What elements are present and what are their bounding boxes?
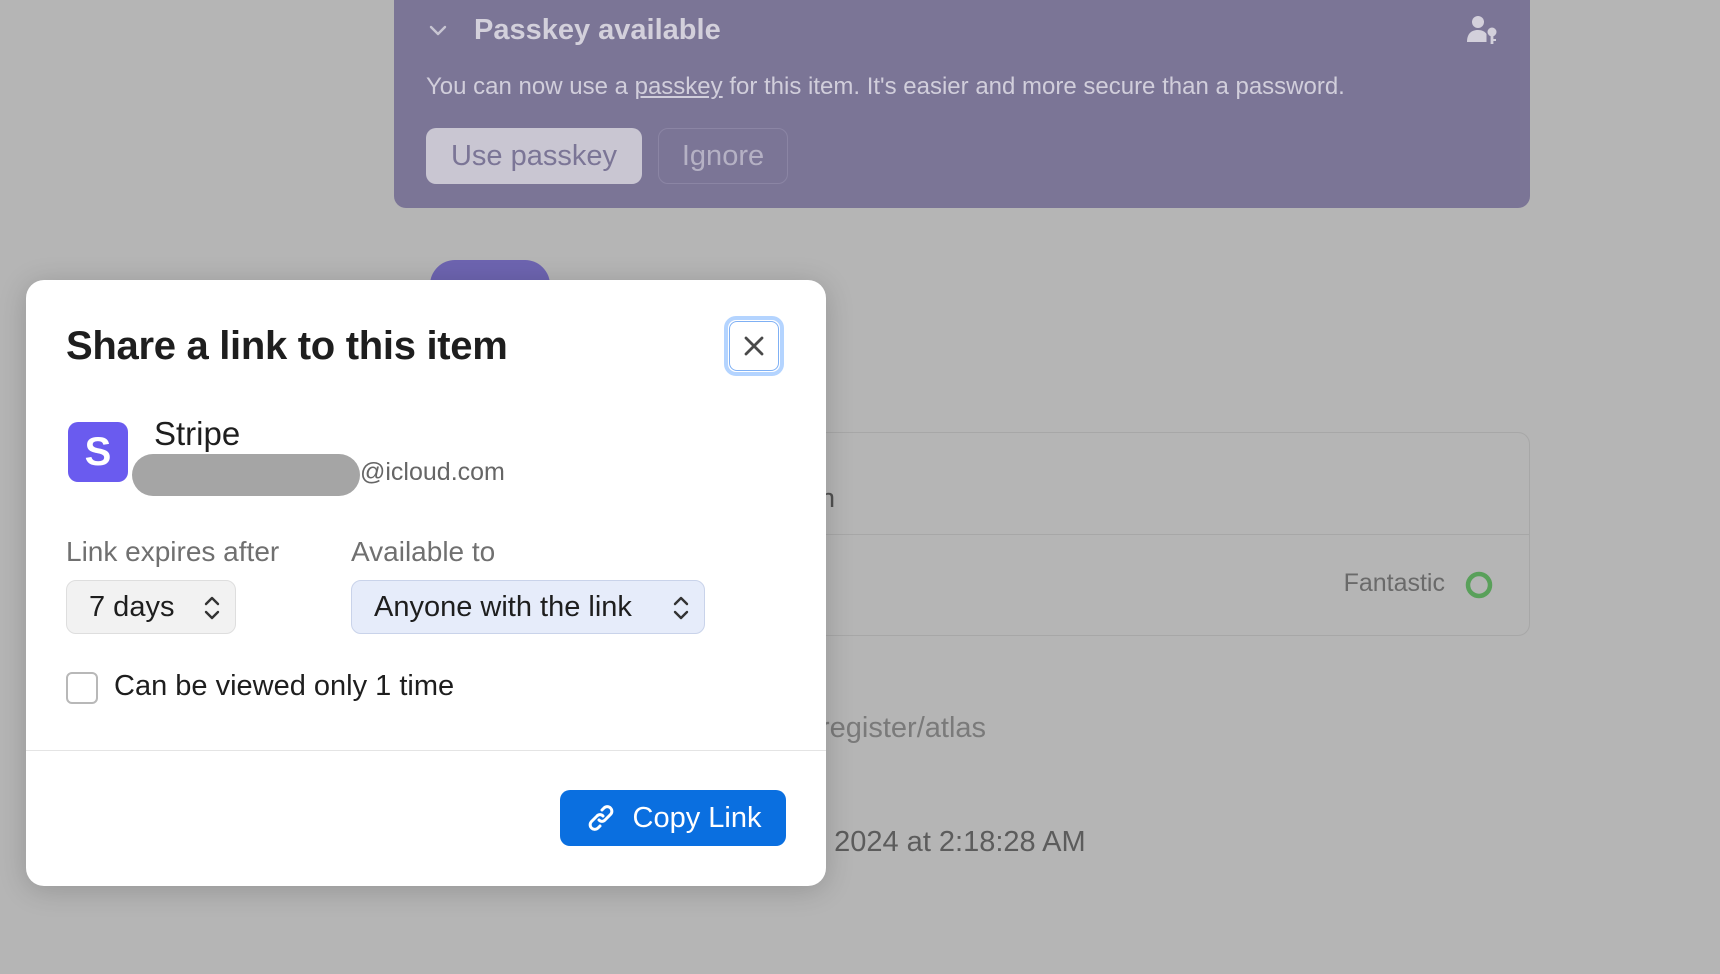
dialog-divider — [26, 750, 826, 751]
stripe-app-icon: S — [68, 422, 128, 482]
use-passkey-button[interactable]: Use passkey — [426, 128, 642, 184]
expires-value: 7 days — [89, 590, 175, 623]
view-once-checkbox[interactable] — [66, 672, 98, 704]
last-edited-fragment: , 2024 at 2:18:28 AM — [818, 826, 1086, 858]
login-fields-card: n Fantastic — [760, 432, 1530, 636]
banner-title: Passkey available — [474, 14, 721, 46]
available-select[interactable]: Anyone with the link — [351, 580, 705, 634]
copy-link-button[interactable]: Copy Link — [560, 790, 786, 846]
ignore-button[interactable]: Ignore — [658, 128, 788, 184]
available-value: Anyone with the link — [374, 590, 632, 623]
close-button[interactable] — [724, 316, 784, 376]
user-key-icon — [1467, 16, 1497, 44]
card-divider — [760, 534, 1529, 535]
view-once-label[interactable]: Can be viewed only 1 time — [114, 670, 454, 703]
redacted-username — [132, 454, 360, 496]
chevron-down-icon[interactable] — [426, 18, 450, 42]
share-link-dialog: Share a link to this item S Stripe @iclo… — [26, 280, 826, 886]
banner-description: You can now use a passkey for this item.… — [426, 73, 1345, 100]
item-email-suffix: @icloud.com — [360, 458, 505, 486]
expires-label: Link expires after — [66, 536, 280, 567]
item-title: Stripe — [154, 415, 241, 452]
dialog-title: Share a link to this item — [66, 324, 508, 368]
available-label: Available to — [351, 536, 496, 567]
link-icon — [588, 805, 613, 831]
password-strength-icon — [1465, 571, 1493, 599]
chevron-up-down-icon — [204, 596, 220, 620]
copy-link-label: Copy Link — [632, 801, 762, 834]
passkey-banner: Passkey available You can now use a pass… — [394, 0, 1530, 208]
chevron-up-down-icon — [673, 596, 689, 620]
website-fragment[interactable]: register/atlas — [820, 712, 986, 745]
password-strength-label: Fantastic — [1343, 569, 1445, 597]
close-icon — [744, 336, 764, 356]
expires-select[interactable]: 7 days — [66, 580, 236, 634]
passkey-link[interactable]: passkey — [635, 73, 723, 100]
